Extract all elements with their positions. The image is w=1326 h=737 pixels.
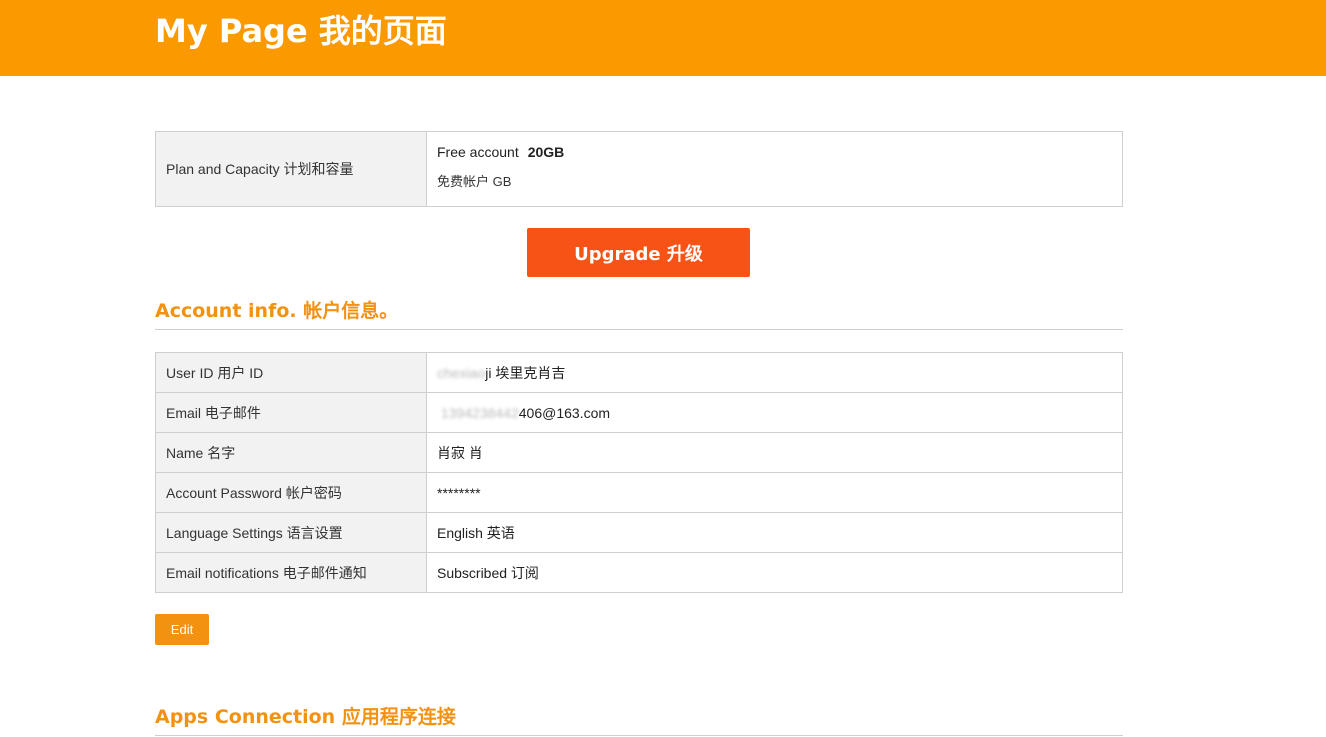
user-id-text: ji 埃里克肖吉 — [485, 364, 566, 381]
account-info-divider — [155, 329, 1123, 330]
email-redacted: 1394238442 — [437, 404, 519, 421]
plan-capacity: 20GB — [527, 144, 565, 160]
account-info-table: User ID 用户 ID chexiao ji 埃里克肖吉 Email 电子邮件… — [155, 352, 1123, 593]
password-label: Account Password 帐户密码 — [156, 473, 427, 512]
email-value: 1394238442 406@163.com — [427, 393, 1122, 432]
plan-name-cn: 免费帐户 GB — [437, 174, 512, 189]
plan-table: Plan and Capacity 计划和容量 Free account 20G… — [155, 131, 1123, 207]
user-id-redacted: chexiao — [437, 364, 486, 381]
table-row: Name 名字 肖寂 肖 — [156, 433, 1122, 473]
edit-button[interactable]: Edit — [155, 614, 209, 645]
password-value: ******** — [437, 484, 481, 501]
table-row: Email 电子邮件 1394238442 406@163.com — [156, 393, 1122, 433]
table-row: User ID 用户 ID chexiao ji 埃里克肖吉 — [156, 353, 1122, 393]
name-label: Name 名字 — [156, 433, 427, 472]
apps-connection-divider — [155, 735, 1123, 736]
user-id-value: chexiao ji 埃里克肖吉 — [427, 353, 1122, 392]
email-label: Email 电子邮件 — [156, 393, 427, 432]
table-row: Email notifications 电子邮件通知 Subscribed 订阅 — [156, 553, 1122, 593]
table-row: Language Settings 语言设置 English 英语 — [156, 513, 1122, 553]
plan-name: Free account — [437, 144, 519, 160]
email-notifications-label: Email notifications 电子邮件通知 — [156, 553, 427, 592]
language-label: Language Settings 语言设置 — [156, 513, 427, 552]
table-row: Account Password 帐户密码 ******** — [156, 473, 1122, 513]
language-value: English 英语 — [437, 524, 515, 541]
account-info-heading: Account info. 帐户信息。 — [155, 300, 399, 322]
plan-label: Plan and Capacity 计划和容量 — [156, 132, 427, 206]
header-bar: My Page 我的页面 — [0, 0, 1326, 76]
name-value: 肖寂 肖 — [437, 444, 483, 461]
email-text: 406@163.com — [518, 404, 611, 421]
page-title: My Page 我的页面 — [155, 12, 447, 50]
upgrade-button[interactable]: Upgrade 升级 — [527, 228, 750, 277]
email-notifications-value: Subscribed 订阅 — [437, 564, 539, 581]
plan-value: Free account 20GB 免费帐户 GB — [427, 132, 1122, 206]
user-id-label: User ID 用户 ID — [156, 353, 427, 392]
apps-connection-heading: Apps Connection 应用程序连接 — [155, 706, 456, 728]
